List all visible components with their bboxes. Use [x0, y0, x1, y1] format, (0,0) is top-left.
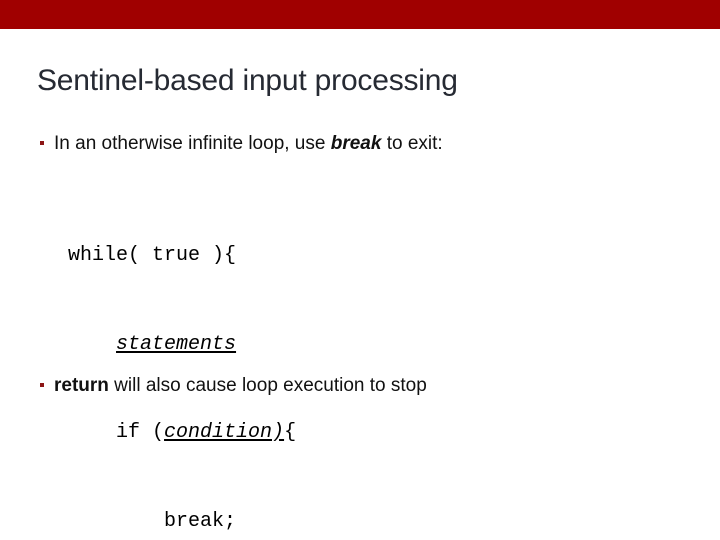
bullet-item-return: return will also cause loop execution to…	[40, 375, 427, 397]
code-text: while( true ){	[68, 244, 237, 267]
bullet-return-emphasis: return	[54, 375, 109, 396]
code-line: while( true ){	[68, 241, 296, 271]
code-line: if (condition){	[68, 418, 296, 448]
bullet-return-suffix: will also cause loop execution to stop	[108, 375, 427, 396]
code-tail: {	[284, 421, 297, 444]
page-title: Sentinel-based input processing	[37, 64, 458, 97]
bullet-break-emphasis: break	[330, 133, 382, 154]
code-text: break;	[164, 509, 237, 533]
slide-canvas: Sentinel-based input processing In an ot…	[0, 0, 720, 540]
bullet-dot-icon	[40, 383, 44, 387]
code-block: while( true ){ statements if (condition)…	[68, 182, 296, 540]
bullet-item-break: In an otherwise infinite loop, use break…	[40, 133, 443, 155]
bullet-dot-icon	[40, 141, 44, 145]
code-line: break;	[68, 507, 296, 537]
bullet-break-prefix: In an otherwise infinite loop, use	[54, 133, 331, 154]
bullet-item-return-text: return will also cause loop execution to…	[54, 375, 427, 397]
bullet-break-suffix: to exit:	[381, 133, 443, 154]
slide-accent-bar	[0, 0, 720, 29]
code-text: if (	[116, 421, 165, 444]
code-placeholder: statements	[116, 332, 237, 356]
code-placeholder: condition)	[164, 421, 285, 444]
bullet-item-break-text: In an otherwise infinite loop, use break…	[54, 133, 443, 155]
code-line: statements	[68, 330, 296, 360]
